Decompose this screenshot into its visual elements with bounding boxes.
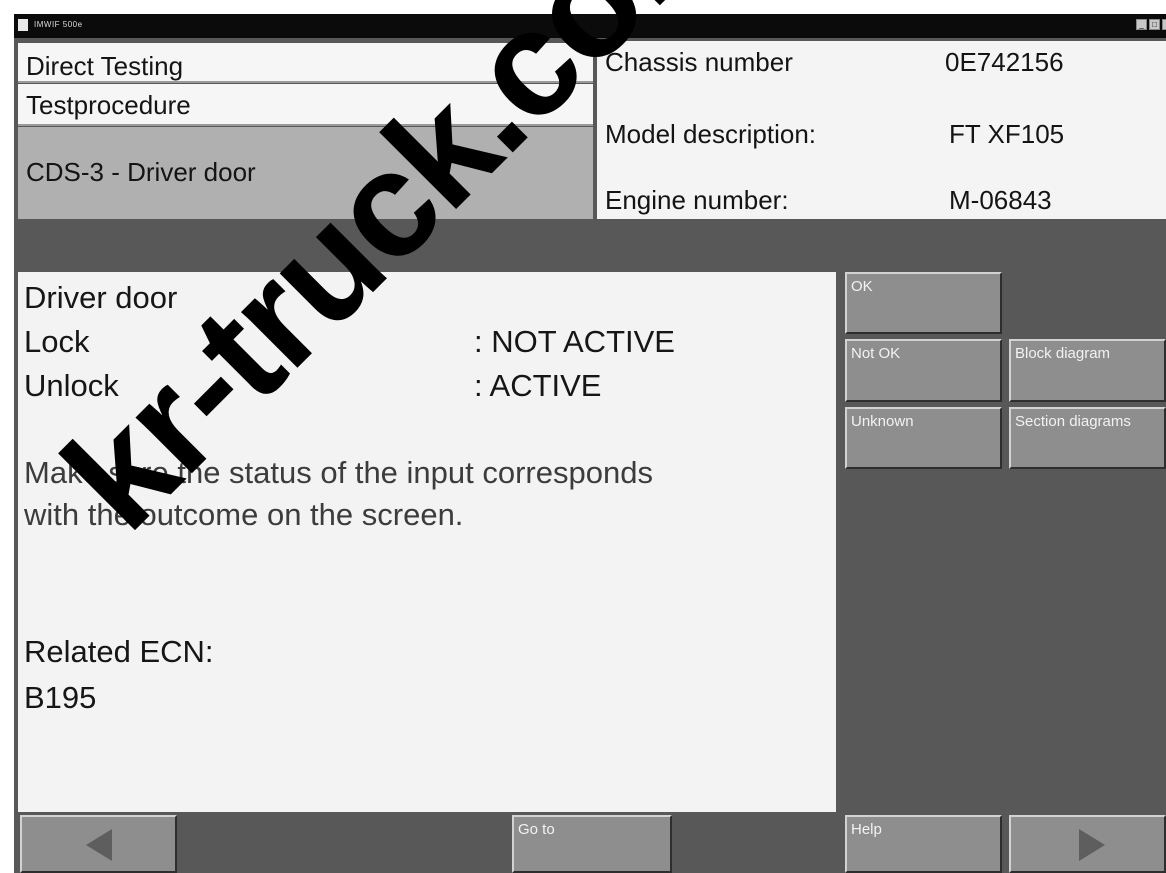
goto-button-label: Go to	[518, 821, 555, 838]
unlock-label: Unlock	[24, 368, 119, 403]
window-title: IMWIF 500e	[34, 20, 83, 29]
section-diagrams-button-label: Section diagrams	[1015, 413, 1131, 430]
not-ok-button-label: Not OK	[851, 345, 901, 362]
app-icon	[18, 19, 28, 31]
engine-number-label: Engine number:	[605, 185, 789, 215]
breadcrumb-testprocedure[interactable]: Testprocedure	[18, 84, 593, 126]
help-button-label: Help	[851, 821, 882, 838]
unknown-button-label: Unknown	[851, 413, 914, 430]
goto-button[interactable]: Go to	[512, 815, 672, 873]
block-diagram-button-label: Block diagram	[1015, 345, 1111, 362]
section-diagrams-button[interactable]: Section diagrams	[1009, 407, 1166, 469]
ok-button[interactable]: OK	[845, 272, 1002, 334]
breadcrumb-current-test: CDS-3 - Driver door	[18, 127, 593, 219]
chassis-number-label: Chassis number	[605, 47, 793, 77]
model-description-value: FT XF105	[949, 119, 1065, 149]
current-test-label: CDS-3 - Driver door	[26, 157, 256, 187]
right-arrow-icon	[1079, 829, 1105, 861]
lock-label: Lock	[24, 324, 90, 359]
title-bar: IMWIF 500e _ □ x	[14, 14, 1166, 38]
back-button[interactable]	[20, 815, 177, 873]
next-button[interactable]	[1009, 815, 1166, 873]
vehicle-info-panel: Chassis number 0E742156 Model descriptio…	[597, 41, 1166, 219]
block-diagram-button[interactable]: Block diagram	[1009, 339, 1166, 402]
help-button[interactable]: Help	[845, 815, 1002, 873]
component-heading: Driver door	[24, 280, 178, 315]
minimize-button[interactable]: _	[1136, 19, 1147, 30]
breadcrumb-label: Direct Testing	[26, 51, 184, 81]
breadcrumb-direct-testing[interactable]: Direct Testing	[18, 43, 593, 83]
instruction-line-2: with the outcome on the screen.	[24, 497, 464, 532]
close-button[interactable]: x	[1162, 19, 1166, 30]
test-content-panel: Driver door Lock : NOT ACTIVE Unlock : A…	[18, 272, 836, 812]
breadcrumb-label: Testprocedure	[26, 90, 191, 120]
model-description-label: Model description:	[605, 119, 816, 149]
unknown-button[interactable]: Unknown	[845, 407, 1002, 469]
maximize-button[interactable]: □	[1149, 19, 1160, 30]
unlock-status: : ACTIVE	[474, 368, 602, 403]
screen: IMWIF 500e _ □ x Direct Testing Testproc…	[0, 0, 1166, 873]
chassis-number-value: 0E742156	[945, 47, 1064, 77]
left-arrow-icon	[86, 829, 112, 861]
instruction-line-1: Make sure the status of the input corres…	[24, 455, 653, 490]
related-ecn-label: Related ECN:	[24, 634, 214, 669]
engine-number-value: M-06843	[949, 185, 1052, 215]
related-ecn-value: B195	[24, 680, 97, 715]
not-ok-button[interactable]: Not OK	[845, 339, 1002, 402]
app-body: Direct Testing Testprocedure CDS-3 - Dri…	[14, 38, 1166, 873]
ok-button-label: OK	[851, 278, 873, 295]
lock-status: : NOT ACTIVE	[474, 324, 675, 359]
